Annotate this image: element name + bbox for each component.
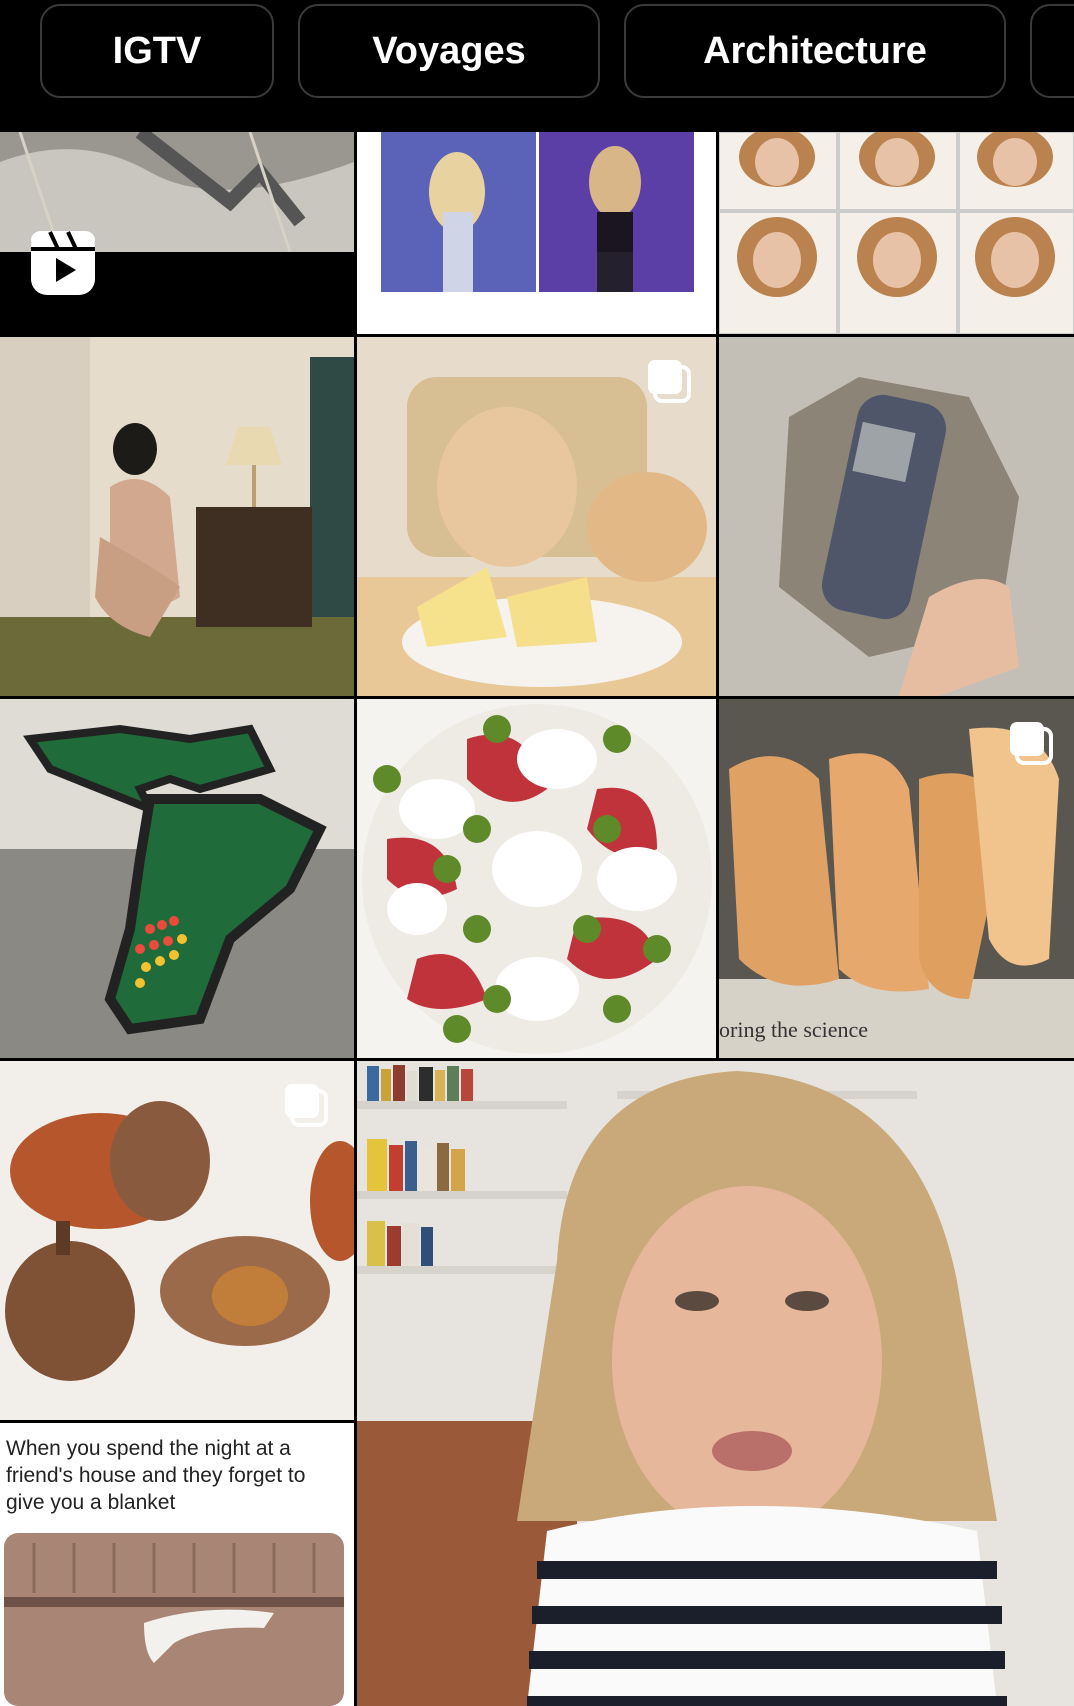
reel-icon bbox=[31, 231, 95, 295]
grid-tile-map-pool-table[interactable] bbox=[0, 699, 354, 1058]
tile-image bbox=[0, 337, 354, 696]
multiple-posts-icon bbox=[1010, 722, 1053, 765]
grid-tile-burrata-salad[interactable] bbox=[357, 699, 716, 1058]
tile-image bbox=[0, 699, 354, 1058]
meme-caption: When you spend the night at a friend's h… bbox=[6, 1437, 306, 1514]
multiple-posts-icon bbox=[285, 1084, 328, 1127]
tile-image bbox=[719, 132, 1074, 334]
tile-image bbox=[4, 1533, 344, 1706]
grid-tile-vintage-bedroom-photo[interactable] bbox=[0, 337, 354, 696]
grid-tile-portrait-collage[interactable] bbox=[719, 132, 1074, 334]
category-chip-architecture[interactable]: Architecture bbox=[624, 4, 1006, 98]
multiple-posts-icon bbox=[648, 360, 691, 403]
tile-image bbox=[381, 132, 694, 292]
chips-overlay-text: oring the science bbox=[719, 1017, 869, 1042]
category-chip-voyages[interactable]: Voyages bbox=[298, 4, 600, 98]
tile-image bbox=[357, 1061, 1074, 1706]
tile-image bbox=[357, 699, 716, 1058]
grid-tile-cats-with-cheese[interactable] bbox=[357, 337, 716, 696]
grid-tile-reel-cat-video[interactable] bbox=[0, 132, 354, 334]
grid-tile-acorn-desserts[interactable] bbox=[0, 1061, 354, 1420]
grid-tile-woman-talking-video[interactable] bbox=[357, 1061, 1074, 1706]
grid-tile-blanket-meme[interactable]: When you spend the night at a friend's h… bbox=[0, 1423, 354, 1706]
category-chip-igtv[interactable]: IGTV bbox=[40, 4, 274, 98]
grid-tile-concert-photos[interactable] bbox=[357, 132, 716, 334]
grid-tile-fried-chips[interactable]: oring the science bbox=[719, 699, 1074, 1058]
grid-tile-fossil-phone-rock[interactable] bbox=[719, 337, 1074, 696]
category-bar: IGTV Voyages Architecture bbox=[0, 0, 1074, 130]
tile-image bbox=[719, 337, 1074, 696]
category-chip-next[interactable] bbox=[1030, 4, 1074, 98]
